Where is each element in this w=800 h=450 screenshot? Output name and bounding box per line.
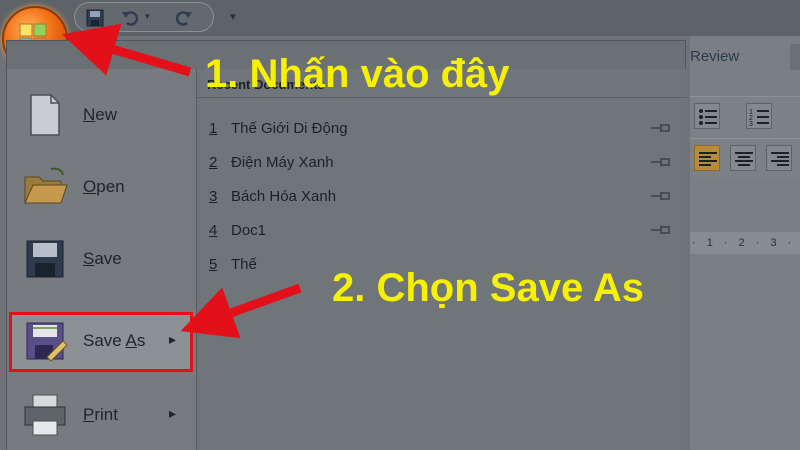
menu-item-save-label: Save	[83, 249, 122, 268]
submenu-arrow-icon: ▸	[169, 405, 177, 421]
bullets-button[interactable]	[694, 103, 720, 129]
menu-item-print[interactable]: Print ▸	[7, 383, 197, 449]
pin-icon[interactable]	[649, 155, 673, 169]
quick-access-toolbar: ▾	[74, 2, 214, 32]
align-right-button[interactable]	[766, 145, 792, 171]
recent-document-item[interactable]: 2 Điện Máy Xanh	[209, 149, 679, 179]
menu-item-save-as[interactable]: Save As ▸	[7, 309, 197, 375]
menu-item-open-label: Open	[83, 177, 125, 196]
align-buttons-row	[690, 138, 800, 178]
save-as-icon	[26, 322, 68, 362]
annotation-step-2: 2. Chọn Save As	[332, 266, 644, 310]
ruler: · 1 · 2 · 3 ·	[690, 232, 800, 254]
recent-document-item[interactable]: 4 Doc1	[209, 217, 679, 247]
print-icon	[24, 394, 66, 436]
ribbon-area: Review 1 2 3 · 1 · 2 · 3 ·	[690, 36, 800, 450]
menu-commands: New Open Save Save As ▸ Print ▸	[7, 69, 197, 450]
bullets-icon	[699, 109, 717, 125]
tab-review[interactable]: Review	[690, 48, 739, 65]
redo-icon[interactable]	[173, 9, 193, 27]
recent-documents-panel: Recent Documents 1 Thế Giới Di Động 2 Đi…	[197, 69, 687, 450]
pin-icon[interactable]	[649, 189, 673, 203]
submenu-arrow-icon: ▸	[169, 331, 177, 347]
align-center-button[interactable]	[730, 145, 756, 171]
new-document-icon	[30, 94, 60, 136]
align-left-button[interactable]	[694, 145, 720, 171]
save-icon	[26, 240, 64, 278]
pin-icon[interactable]	[649, 223, 673, 237]
pin-icon[interactable]	[649, 121, 673, 135]
undo-dropdown-icon[interactable]: ▾	[145, 11, 150, 22]
align-right-icon	[771, 152, 789, 166]
customize-qat-icon[interactable]: ▼	[228, 12, 238, 23]
save-icon[interactable]	[85, 9, 105, 27]
undo-icon[interactable]	[121, 9, 141, 27]
menu-item-open[interactable]: Open	[7, 155, 197, 221]
recent-document-item[interactable]: 1 Thế Giới Di Động	[209, 115, 679, 145]
office-menu: New Open Save Save As ▸ Print ▸ Recent D…	[6, 40, 687, 450]
align-left-icon	[699, 152, 717, 166]
menu-item-new-label: New	[83, 105, 118, 124]
open-folder-icon	[24, 167, 68, 204]
align-center-icon	[735, 152, 753, 166]
menu-item-print-label: Print	[83, 405, 118, 424]
menu-item-save-as-label: Save As	[83, 331, 146, 350]
list-buttons-row: 1 2 3	[690, 96, 800, 136]
menu-item-save[interactable]: Save	[7, 227, 197, 293]
svg-text:3: 3	[749, 121, 753, 128]
recent-document-item[interactable]: 3 Bách Hóa Xanh	[209, 183, 679, 213]
numbering-button[interactable]: 1 2 3	[746, 103, 772, 129]
annotation-step-1: 1. Nhấn vào đây	[205, 52, 510, 96]
menu-item-new[interactable]: New	[7, 83, 197, 149]
numbering-icon: 1 2 3	[749, 109, 769, 128]
